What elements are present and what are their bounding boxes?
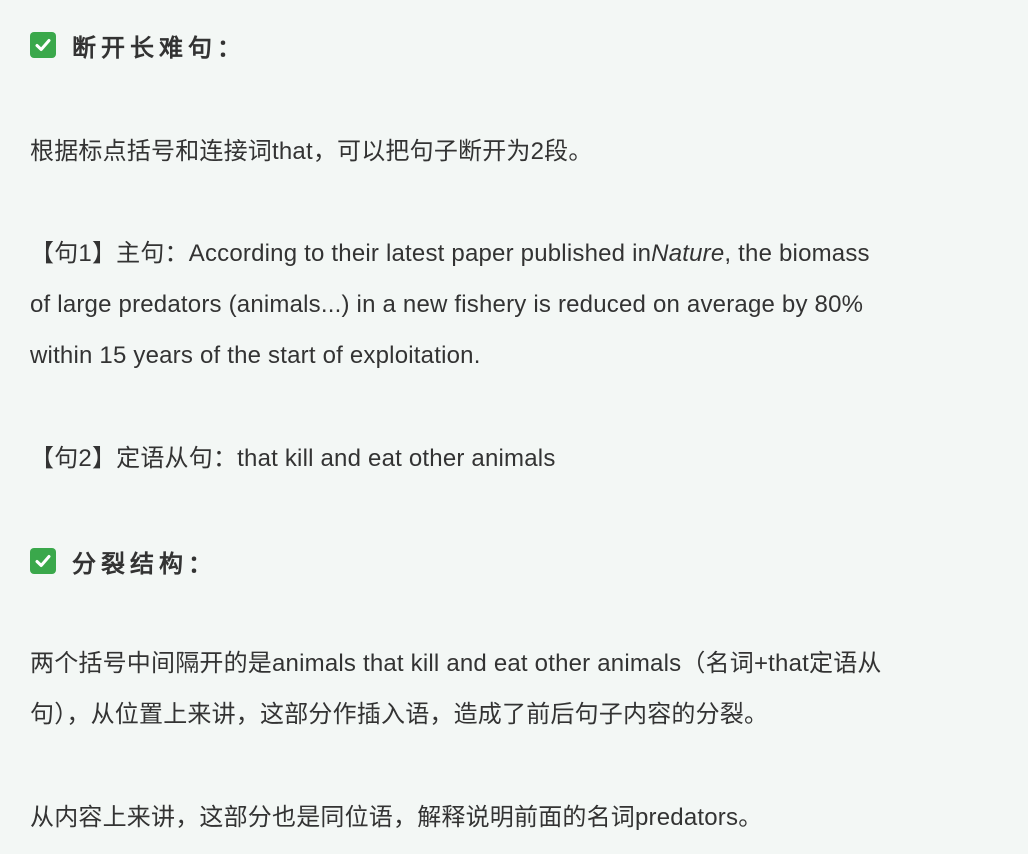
- check-mark-icon: [30, 32, 56, 58]
- heading-text: 断开长难句：: [72, 34, 246, 62]
- check-mark-icon: [30, 548, 56, 574]
- sentence1-prefix: 【句1】主句：According to their latest paper p…: [30, 240, 652, 267]
- sentence1-suffix: , the biomass: [724, 240, 870, 267]
- journal-name: Nature: [651, 240, 725, 267]
- sentence1-line1: 【句1】主句：According to their latest paper p…: [30, 239, 870, 269]
- split-paragraph-line2: 句），从位置上来讲，这部分作插入语，造成了前后句子内容的分裂。: [30, 701, 769, 728]
- heading-text: 分裂结构：: [72, 550, 217, 578]
- sentence1-line3: within 15 years of the start of exploita…: [30, 342, 481, 369]
- sentence1-line2: of large predators (animals...) in a new…: [30, 291, 864, 318]
- sentence2-line: 【句2】定语从句：that kill and eat other animals: [30, 445, 556, 472]
- split-paragraph-line1: 两个括号中间隔开的是animals that kill and eat othe…: [30, 650, 882, 677]
- appositive-paragraph: 从内容上来讲，这部分也是同位语，解释说明前面的名词predators。: [30, 804, 763, 831]
- intro-paragraph: 根据标点括号和连接词that，可以把句子断开为2段。: [30, 138, 593, 165]
- section-heading-split-structure: 分裂结构：: [30, 546, 217, 578]
- section-heading-break-sentence: 断开长难句：: [30, 30, 246, 62]
- article-body: 断开长难句： 根据标点括号和连接词that，可以把句子断开为2段。 【句1】主句…: [0, 0, 1028, 854]
